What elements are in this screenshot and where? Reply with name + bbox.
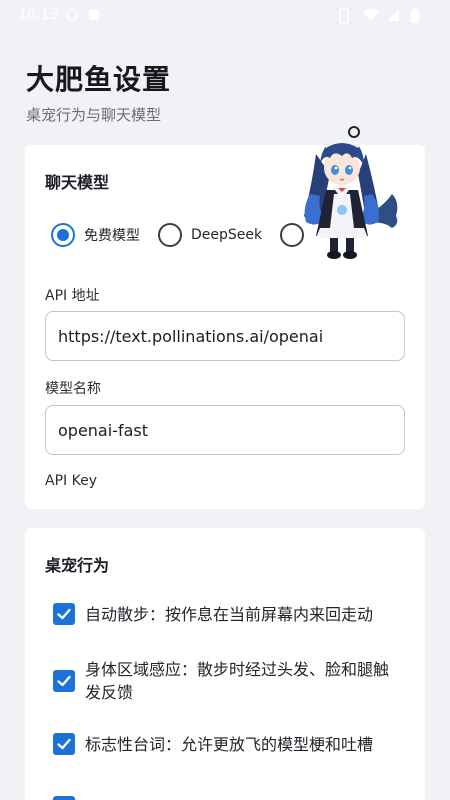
model-radio-group: 免费模型 DeepSeek [51, 223, 331, 247]
wifi-icon [362, 8, 379, 22]
radio-button[interactable] [158, 223, 182, 247]
checkbox-label: 身体区域感应：散步时经过头发、脸和腿触发反馈 [85, 660, 390, 702]
radio-deepseek[interactable]: DeepSeek [158, 223, 262, 247]
page-title: 大肥鱼设置 [26, 63, 172, 96]
status-time: 16:13 [18, 7, 59, 23]
status-bar: 16:13 [0, 0, 450, 30]
pet-behavior-title: 桌宠行为 [45, 556, 110, 575]
api-url-label: API 地址 [45, 288, 100, 304]
checkbox-label: 标志性台词：允许更放飞的模型梗和吐槽 [85, 735, 374, 754]
checkmark-icon [57, 608, 71, 620]
radio-label: DeepSeek [191, 227, 263, 243]
vibrate-icon [338, 8, 352, 24]
notification-icon [66, 8, 80, 22]
checkbox-partial[interactable] [53, 796, 403, 800]
radio-label: 免费模型 [84, 228, 140, 244]
checkbox-label: 自动散步：按作息在当前屏幕内来回走动 [85, 605, 374, 624]
chat-model-title: 聊天模型 [45, 173, 110, 192]
checkbox-body-sensing[interactable]: 身体区域感应：散步时经过头发、脸和腿触发反馈 [53, 658, 403, 704]
pet-behavior-card: 桌宠行为 自动散步：按作息在当前屏幕内来回走动 身体区域感应：散步时经过头发、脸… [25, 528, 425, 800]
checkbox-checked[interactable] [53, 733, 75, 755]
checkbox-checked[interactable] [53, 670, 75, 692]
page-subtitle: 桌宠行为与聊天模型 [26, 106, 162, 124]
checkmark-icon [57, 738, 71, 750]
model-name-input[interactable] [45, 405, 405, 455]
signal-icon [386, 8, 400, 22]
model-name-label: 模型名称 [45, 381, 101, 397]
checkmark-icon [57, 675, 71, 687]
checkbox-checked[interactable] [53, 796, 75, 800]
checkbox-checked[interactable] [53, 603, 75, 625]
api-url-input[interactable] [45, 311, 405, 361]
api-key-label: API Key [45, 473, 97, 489]
checkbox-auto-walk[interactable]: 自动散步：按作息在当前屏幕内来回走动 [53, 603, 403, 626]
radio-button-selected[interactable] [51, 223, 75, 247]
app-notification-icon [88, 8, 102, 22]
desktop-pet-mascot[interactable] [296, 124, 402, 262]
battery-icon [410, 8, 424, 23]
checkbox-catchphrase[interactable]: 标志性台词：允许更放飞的模型梗和吐槽 [53, 733, 403, 756]
radio-free-model[interactable]: 免费模型 [51, 223, 140, 247]
